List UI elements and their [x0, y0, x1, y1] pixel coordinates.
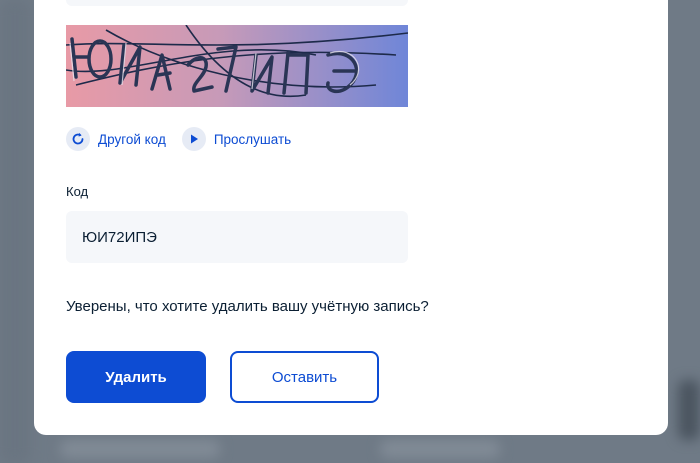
backdrop-bottom-right [380, 440, 500, 458]
listen-captcha-button[interactable]: Прослушать [181, 127, 292, 151]
backdrop-right [678, 380, 700, 440]
backdrop-bottom-left [60, 440, 220, 458]
code-input[interactable]: ЮИ72ИПЭ [66, 211, 408, 263]
captcha-actions: Другой код Прослушать [66, 127, 291, 151]
captcha-image [66, 25, 408, 107]
confirm-question: Уверены, что хотите удалить вашу учётную… [66, 298, 429, 315]
code-field-label: Код [66, 184, 89, 199]
keep-button[interactable]: Оставить [230, 351, 379, 403]
previous-field [66, 0, 408, 6]
refresh-icon [66, 127, 90, 151]
refresh-captcha-button[interactable]: Другой код [66, 127, 166, 151]
delete-account-dialog: Другой код Прослушать Код ЮИ72ИПЭ Уверен… [34, 0, 668, 435]
refresh-captcha-label: Другой код [98, 131, 166, 147]
listen-captcha-label: Прослушать [213, 131, 292, 147]
delete-button[interactable]: Удалить [66, 351, 206, 403]
play-icon [181, 127, 206, 151]
backdrop-left [0, 0, 30, 463]
